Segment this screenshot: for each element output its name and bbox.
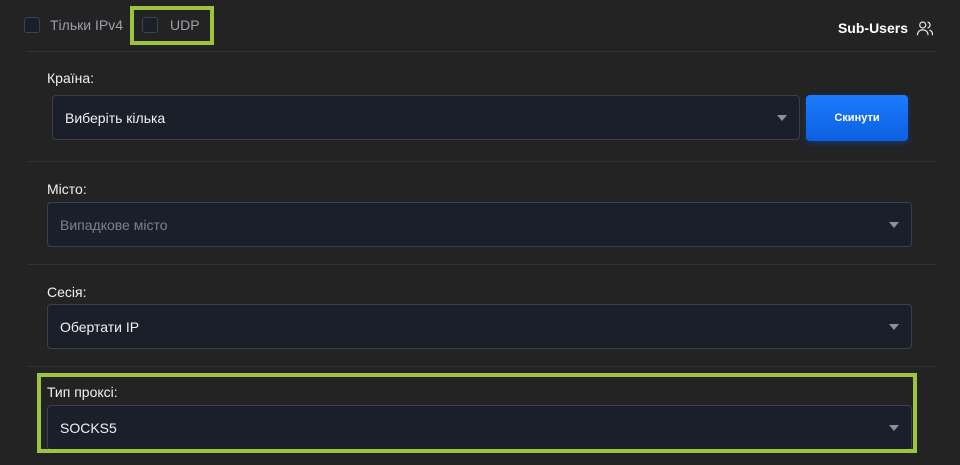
udp-highlight-box [130,6,214,45]
country-label: Країна: [47,70,95,86]
city-label: Місто: [47,181,87,197]
users-icon [916,21,934,36]
sub-users-label: Sub-Users [837,20,908,36]
reset-button[interactable]: Скинути [806,95,908,141]
divider [27,161,936,162]
proxy-type-highlight-box [37,373,917,453]
sub-users-button[interactable]: Sub-Users [838,19,934,37]
chevron-down-icon [777,115,787,121]
chevron-down-icon [889,324,899,330]
ipv4-only-option[interactable]: Тільки IPv4 [24,17,123,33]
ipv4-only-checkbox[interactable] [24,17,40,33]
country-select[interactable]: Виберіть кілька [52,95,800,140]
divider [27,51,936,52]
city-select[interactable]: Випадкове місто [47,202,912,247]
city-select-placeholder: Випадкове місто [60,216,168,233]
divider [27,264,936,265]
divider [27,366,936,367]
session-label: Сесія: [47,284,87,300]
ipv4-only-label: Тільки IPv4 [50,17,123,33]
chevron-down-icon [889,222,899,228]
session-select[interactable]: Обертати IP [47,304,912,349]
session-select-value: Обертати IP [60,318,140,335]
country-select-value: Виберіть кілька [65,109,166,126]
